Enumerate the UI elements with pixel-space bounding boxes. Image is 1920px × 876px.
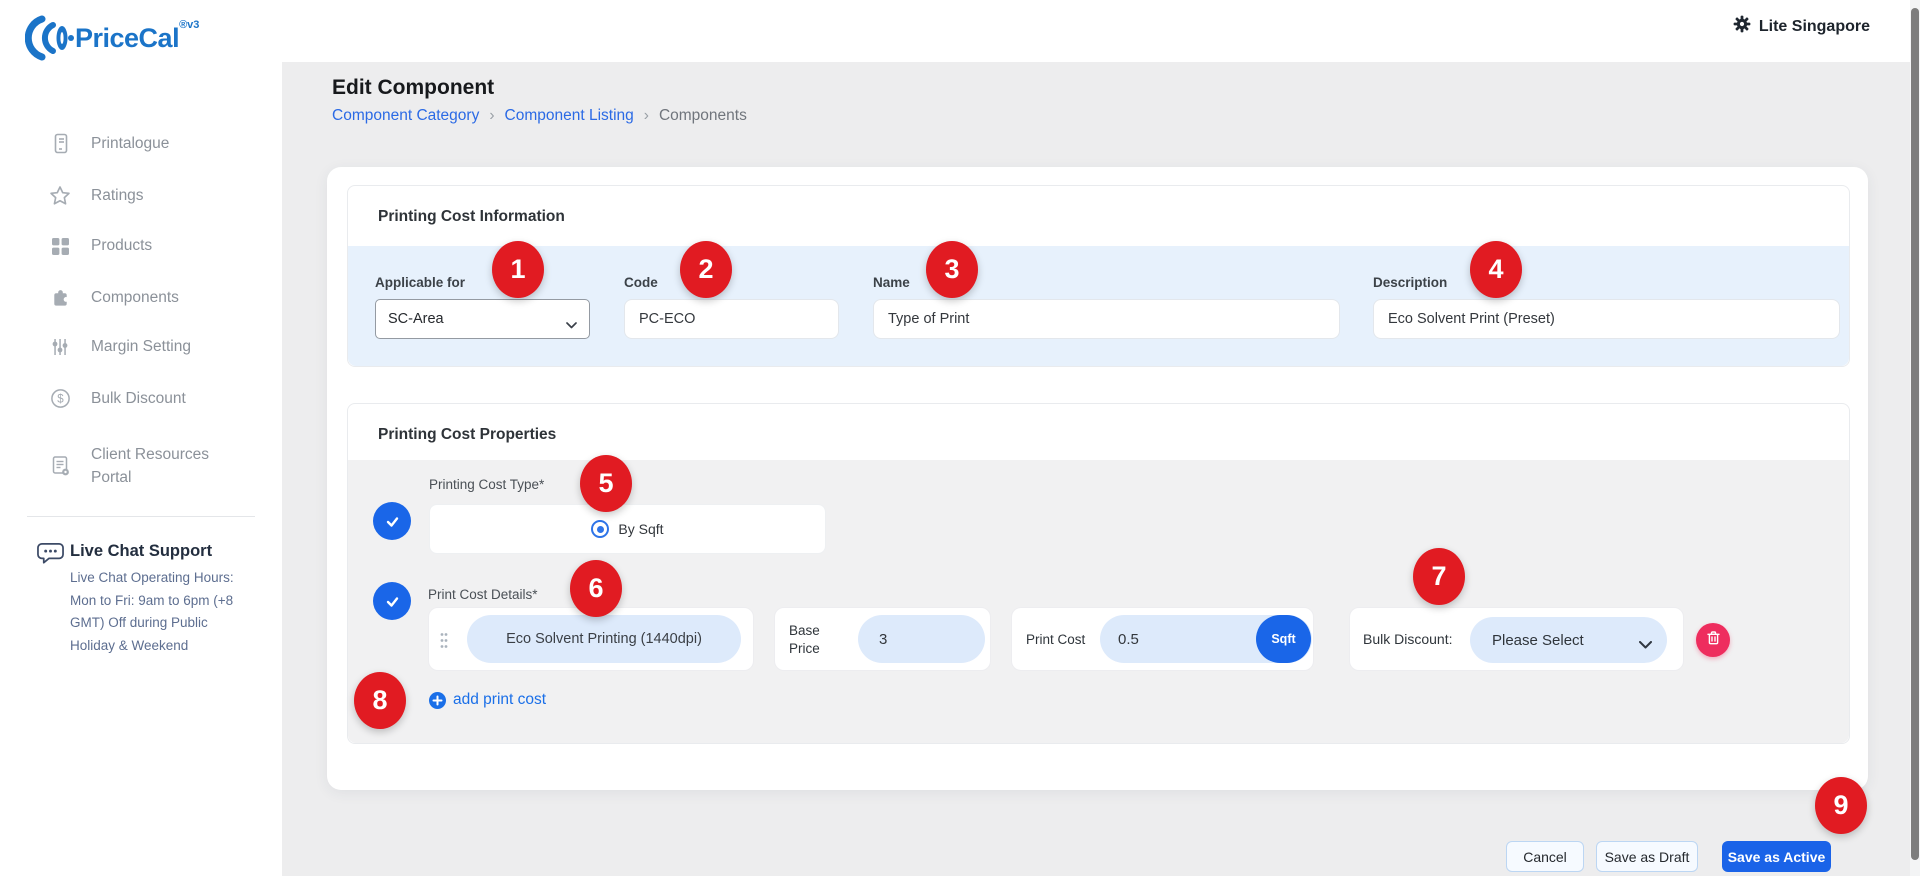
document-icon	[48, 455, 72, 477]
dollar-icon: $	[48, 388, 72, 409]
phone-icon	[48, 133, 72, 154]
app-window: Lite Singapore PriceCal ®v3 Prin	[0, 0, 1920, 876]
page-title: Edit Component	[332, 76, 494, 100]
base-price-box: Base Price 3	[774, 607, 991, 671]
sidebar-divider	[27, 516, 255, 517]
print-name-input[interactable]: Eco Solvent Printing (1440dpi)	[467, 615, 741, 663]
sidebar-item-ratings[interactable]: Ratings	[0, 185, 282, 207]
sidebar-item-components[interactable]: Components	[0, 287, 282, 308]
code-label: Code	[624, 275, 658, 290]
gear-icon	[1733, 15, 1751, 38]
bulk-discount-select[interactable]: Please Select	[1470, 617, 1667, 663]
printing-cost-information-title: Printing Cost Information	[378, 208, 565, 226]
sliders-icon	[48, 337, 72, 357]
by-sqft-radio-label: By Sqft	[618, 521, 663, 537]
sidebar-item-label: Margin Setting	[91, 337, 191, 357]
print-cost-details-label: Print Cost Details*	[428, 587, 538, 602]
live-chat-support-title: Live Chat Support	[70, 542, 212, 561]
annotation-badge-9: 9	[1815, 777, 1867, 834]
sidebar-item-client-resources-portal[interactable]: Client Resources Portal	[0, 443, 282, 489]
chevron-down-icon	[566, 317, 577, 333]
annotation-badge-6: 6	[570, 560, 622, 617]
grid-icon	[48, 237, 72, 256]
chevron-right-icon: ›	[644, 107, 649, 125]
save-as-active-button[interactable]: Save as Active	[1722, 841, 1831, 872]
annotation-badge-2: 2	[680, 241, 732, 298]
annotation-badge-5: 5	[580, 455, 632, 512]
printing-cost-type-label: Printing Cost Type*	[429, 477, 544, 492]
by-sqft-radio[interactable]	[591, 520, 609, 538]
description-input[interactable]	[1373, 299, 1840, 339]
breadcrumb: Component Category › Component Listing ›…	[332, 107, 747, 125]
sidebar-item-label: Printalogue	[91, 134, 169, 154]
breadcrumb-component-listing[interactable]: Component Listing	[505, 107, 634, 125]
sidebar-item-margin-setting[interactable]: Margin Setting	[0, 337, 282, 357]
annotation-badge-8: 8	[354, 672, 406, 729]
printing-cost-type-check-icon[interactable]	[373, 502, 411, 540]
sidebar-item-label: Components	[91, 288, 179, 308]
star-icon	[48, 185, 72, 207]
add-print-cost-label: add print cost	[453, 691, 546, 709]
top-bar	[282, 0, 1920, 62]
add-print-cost-link[interactable]: add print cost	[429, 691, 546, 709]
breadcrumb-components: Components	[659, 107, 747, 125]
brand-version: ®v3	[179, 19, 199, 31]
drag-handle-icon[interactable]	[440, 632, 448, 654]
puzzle-icon	[48, 287, 72, 308]
annotation-badge-7: 7	[1413, 548, 1465, 605]
cancel-button[interactable]: Cancel	[1506, 841, 1584, 872]
brand-name: PriceCal	[75, 15, 179, 61]
print-cost-label: Print Cost	[1026, 631, 1085, 649]
printing-cost-information-card: Printing Cost Information Applicable for…	[347, 185, 1850, 367]
sqft-unit-badge: Sqft	[1256, 615, 1311, 663]
name-label: Name	[873, 275, 910, 290]
applicable-for-value: SC-Area	[388, 311, 444, 327]
bulk-discount-value: Please Select	[1492, 632, 1584, 649]
print-cost-input[interactable]: 0.5 Sqft	[1100, 615, 1312, 663]
print-cost-box: Print Cost 0.5 Sqft	[1011, 607, 1314, 671]
chevron-right-icon: ›	[489, 107, 494, 125]
pricecal-logo: PriceCal ®v3	[25, 15, 199, 61]
breadcrumb-component-category[interactable]: Component Category	[332, 107, 479, 125]
sidebar-item-products[interactable]: Products	[0, 236, 282, 256]
description-label: Description	[1373, 275, 1447, 290]
applicable-for-label: Applicable for	[375, 275, 465, 290]
sidebar-item-label: Products	[91, 236, 152, 256]
base-price-label: Base Price	[789, 622, 835, 657]
plus-circle-icon	[429, 692, 446, 709]
annotation-badge-4: 4	[1470, 241, 1522, 298]
chevron-down-icon	[1639, 636, 1652, 653]
scrollbar-thumb[interactable]	[1911, 8, 1919, 860]
svg-text:$: $	[57, 394, 64, 406]
printing-cost-properties-title: Printing Cost Properties	[378, 426, 556, 444]
code-input[interactable]	[624, 299, 839, 339]
trash-icon	[1706, 630, 1721, 651]
print-cost-details-check-icon[interactable]	[373, 582, 411, 620]
live-chat-support-hours: Live Chat Operating Hours: Mon to Fri: 9…	[70, 567, 250, 657]
printing-cost-type-box: By Sqft	[429, 504, 826, 554]
name-input[interactable]	[873, 299, 1340, 339]
applicable-for-select[interactable]: SC-Area	[375, 299, 590, 339]
sidebar-item-label: Bulk Discount	[91, 389, 186, 409]
sidebar-item-bulk-discount[interactable]: $ Bulk Discount	[0, 388, 282, 409]
annotation-badge-3: 3	[926, 241, 978, 298]
bulk-discount-box: Bulk Discount: Please Select	[1349, 607, 1684, 671]
annotation-badge-1: 1	[492, 241, 544, 298]
pricecal-logo-mark	[25, 15, 75, 61]
region-label: Lite Singapore	[1759, 18, 1870, 36]
sidebar-item-printalogue[interactable]: Printalogue	[0, 133, 282, 154]
sidebar: PriceCal ®v3 Printalogue Ratings	[0, 0, 282, 876]
delete-print-cost-button[interactable]	[1696, 623, 1730, 657]
print-cost-value: 0.5	[1118, 631, 1139, 648]
sidebar-item-label: Client Resources Portal	[91, 443, 223, 489]
base-price-input[interactable]: 3	[858, 615, 985, 663]
sidebar-item-label: Ratings	[91, 186, 144, 206]
chat-bubble-icon	[37, 541, 64, 572]
region-selector[interactable]: Lite Singapore	[1733, 15, 1870, 38]
bulk-discount-label: Bulk Discount:	[1363, 631, 1452, 649]
save-as-draft-button[interactable]: Save as Draft	[1596, 841, 1698, 872]
